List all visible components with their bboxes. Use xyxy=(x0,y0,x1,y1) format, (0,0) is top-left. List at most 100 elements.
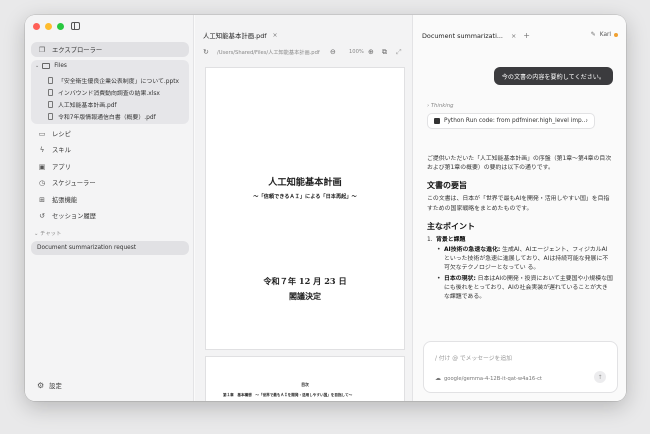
open-external-icon[interactable]: ⧉ xyxy=(382,48,387,57)
folder-label: Files xyxy=(54,63,67,69)
document-decision: 閣議決定 xyxy=(289,291,321,301)
toc-heading: 目次 xyxy=(301,382,309,387)
sidebar-item-label: エクスプローラー xyxy=(52,47,103,54)
sidebar-toggle-icon[interactable] xyxy=(71,22,80,30)
refresh-icon[interactable]: ↻ xyxy=(203,48,209,56)
copy-icon: ❐ xyxy=(38,45,46,54)
pen-off-icon: ✎ xyxy=(590,31,596,38)
send-button[interactable]: ↑ xyxy=(594,371,606,383)
tab-chat[interactable]: Document summarizati... × + xyxy=(422,31,530,40)
sidebar: ❐ エクスプローラー ⌄ Files 「安全衛生優良企業公表制度」について.pp… xyxy=(25,15,194,401)
document-toolbar: ↻ /Users/Shared/Files/人工知能基本計画.pdf ⊖ 100… xyxy=(195,45,413,59)
code-icon xyxy=(434,118,440,124)
settings-button[interactable]: ⚙ 設定 xyxy=(31,378,62,392)
sidebar-item-history[interactable]: ↺ セッション履歴 xyxy=(31,208,189,223)
chevron-right-icon: › xyxy=(585,118,588,124)
model-icon: ☁ xyxy=(435,375,441,382)
file-icon xyxy=(48,77,53,84)
file-item[interactable]: インバウンド消費動向調査の結果.xlsx xyxy=(48,88,160,97)
user-message-text: 今の文書の内容を要約してください。 xyxy=(501,73,605,81)
minimize-window-button[interactable] xyxy=(45,23,52,30)
response-intro: ご提供いただいた「人工知能基本計画」の序盤（第1章〜第4章の目次および第1章の概… xyxy=(427,156,612,172)
tab-label: 人工知能基本計画.pdf xyxy=(203,32,267,40)
puzzle-icon: ⊞ xyxy=(39,195,45,204)
files-folder[interactable]: ⌄ Files xyxy=(35,63,67,69)
sidebar-item-label: アプリ xyxy=(52,164,71,171)
points-list: 1. 背景と課題 xyxy=(427,236,613,245)
bolt-icon: ϟ xyxy=(39,145,45,154)
file-item[interactable]: 令和7年版情報通信白書（概要）.pdf xyxy=(48,112,156,121)
file-path: /Users/Shared/Files/人工知能基本計画.pdf xyxy=(217,49,320,56)
zoom-in-icon[interactable]: ⊕ xyxy=(368,48,374,56)
response-heading: 文書の要旨 xyxy=(427,181,467,191)
message-input[interactable]: / 付け @ でメッセージを追加 xyxy=(435,353,512,362)
chat-history-label: Document summarization request xyxy=(37,245,136,251)
status-dot xyxy=(614,32,618,37)
close-window-button[interactable] xyxy=(33,23,40,30)
pdf-page: 人工知能基本計画 ～「信頼できるＡＩ」による「日本再起」～ 令和７年 12 月 … xyxy=(205,67,405,350)
sidebar-item-extensions[interactable]: ⊞ 拡張機能 xyxy=(31,192,189,207)
expand-icon[interactable]: ⤢ xyxy=(396,48,402,57)
close-icon[interactable]: × xyxy=(511,32,516,40)
file-name: 人工知能基本計画.pdf xyxy=(58,103,117,109)
zoom-out-icon[interactable]: ⊖ xyxy=(330,48,336,56)
pdf-page: 目次 第１章 基本構想 ～「世界で最もＡＩを開発・活用しやすい国」を目指して～ xyxy=(205,356,405,401)
document-date: 令和７年 12 月 23 日 xyxy=(263,276,347,286)
close-icon[interactable]: × xyxy=(273,32,278,39)
sidebar-item-label: 拡張機能 xyxy=(52,197,78,204)
file-name: 「安全衛生優良企業公表制度」について.pptx xyxy=(58,79,180,85)
file-icon xyxy=(48,89,53,96)
list-item: 日本の現状: 日本はAIの開発・投資において主要国や小規模な国にも後れをとってお… xyxy=(437,275,613,303)
file-item[interactable]: 「安全衛生優良企業公表制度」について.pptx xyxy=(48,76,179,85)
sidebar-item-scheduler[interactable]: ◷ スケジューラー xyxy=(31,175,189,190)
thinking-toggle[interactable]: › Thinking xyxy=(427,103,454,109)
chevron-down-icon: ⌄ xyxy=(35,63,40,69)
file-name: インバウンド消費動向調査の結果.xlsx xyxy=(58,91,160,97)
user-badge[interactable]: ✎ Karl xyxy=(591,31,618,38)
settings-label: 設定 xyxy=(49,382,62,390)
document-panel: 人工知能基本計画.pdf × ↻ /Users/Shared/Files/人工知… xyxy=(195,15,413,401)
sidebar-item-label: スケジューラー xyxy=(52,180,96,187)
sidebar-item-recipes[interactable]: ▭ レシピ xyxy=(31,126,189,141)
thinking-label: Thinking xyxy=(430,103,454,109)
chat-section-label[interactable]: ⌄ チャット xyxy=(34,229,61,237)
maximize-window-button[interactable] xyxy=(57,23,64,30)
file-item[interactable]: 人工知能基本計画.pdf xyxy=(48,100,117,109)
response-summary: この文書は、日本が「世界で最もAIを開発・活用しやすい国」を目指すための国家戦略… xyxy=(427,196,610,212)
message-composer: / 付け @ でメッセージを追加 ☁ google/gemma-4-12B-it… xyxy=(423,341,618,393)
arrow-up-icon: ↑ xyxy=(597,373,603,381)
window-controls xyxy=(33,23,64,30)
bullet-title: AI技術の急速な進化: xyxy=(444,247,501,254)
tool-call-label: Python Run code: from pdfminer.high_leve… xyxy=(444,118,588,124)
tool-call-card[interactable]: Python Run code: from pdfminer.high_leve… xyxy=(427,113,595,129)
chat-history-item[interactable]: Document summarization request xyxy=(31,241,189,255)
assistant-response: ご提供いただいた「人工知能基本計画」の序盤（第1章〜第4章の目次および第1章の概… xyxy=(427,155,613,302)
scroll-fade xyxy=(414,315,626,335)
list-item: 1. 背景と課題 xyxy=(427,236,613,245)
toc-line: 第１章 基本構想 ～「世界で最もＡＩを開発・活用しやすい国」を目指して～ xyxy=(223,393,353,397)
document-title: 人工知能基本計画 xyxy=(268,177,342,188)
sidebar-item-skills[interactable]: ϟ スキル xyxy=(31,142,189,157)
app-window: ❐ エクスプローラー ⌄ Files 「安全衛生優良企業公表制度」について.pp… xyxy=(25,15,626,401)
zoom-level: 100% xyxy=(349,49,364,55)
sidebar-item-label: レシピ xyxy=(52,131,71,138)
document-subtitle: ～「信頼できるＡＩ」による「日本再起」～ xyxy=(253,194,357,200)
clock-icon: ◷ xyxy=(38,178,46,187)
tab-document[interactable]: 人工知能基本計画.pdf × xyxy=(203,31,278,40)
list-item: AI技術の急速な進化: 生成AI、AIエージェント、フィジカルAIといった技術が… xyxy=(437,246,613,274)
response-heading: 主なポイント xyxy=(427,221,475,231)
tab-label: Document summarizati... xyxy=(422,31,503,40)
bullet-title: 日本の現状: xyxy=(444,275,476,282)
model-name: google/gemma-4-12B-it-qat-w4a16-ct xyxy=(444,375,542,382)
chat-section-text: チャット xyxy=(40,231,62,237)
sidebar-item-explorer[interactable]: ❐ エクスプローラー xyxy=(31,42,189,57)
new-tab-icon[interactable]: + xyxy=(523,31,530,40)
user-message: 今の文書の内容を要約してください。 xyxy=(493,67,613,85)
sidebar-item-apps[interactable]: ▣ アプリ xyxy=(31,159,189,174)
window-icon: ▣ xyxy=(38,162,46,171)
file-icon xyxy=(48,101,53,108)
sidebar-item-label: セッション履歴 xyxy=(52,213,97,220)
user-name: Karl xyxy=(599,31,611,38)
model-selector[interactable]: ☁ google/gemma-4-12B-it-qat-w4a16-ct xyxy=(435,375,542,382)
chat-panel: Document summarizati... × + ✎ Karl 今の文書の… xyxy=(414,15,626,401)
